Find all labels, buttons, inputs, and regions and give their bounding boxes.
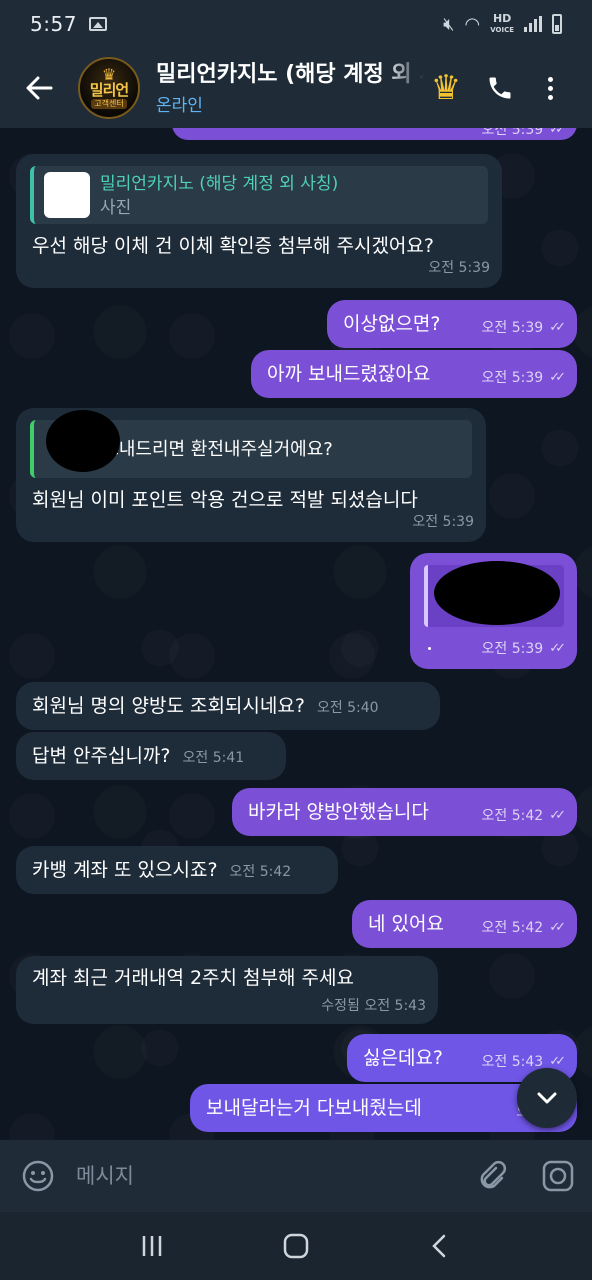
message-bubble-incoming[interactable]: 카뱅 계좌 또 있으시죠? 오전 5:42 [16, 846, 338, 894]
message-bubble-incoming[interactable]: 밀리언카지노 (해당 계정 외 사칭) 사진 우선 해당 이체 건 이체 확인증… [16, 154, 502, 288]
recent-apps-button[interactable] [122, 1216, 182, 1276]
message-text: 아까 보내드렸잖아요 [267, 363, 431, 385]
message-text: 계좌 최근 거래내역 2주치 첨부해 주세요 [32, 967, 354, 989]
status-time: 5:57 [30, 12, 77, 36]
double-check-icon: ✓✓ [549, 641, 566, 656]
message-meta: 오전 5:39 ✓✓ [482, 637, 566, 661]
reply-author: 밀리언카지노 (해당 계정 외 사칭) [100, 174, 339, 194]
message-bubble-outgoing[interactable]: 아까 보내드렸잖아요 오전 5:39 ✓✓ [251, 350, 577, 398]
message-bubble-incoming[interactable]: 회원님 명의 양방도 조회되시네요? 오전 5:40 [16, 682, 440, 730]
message-time: 오전 5:40 [316, 700, 379, 716]
battery-icon [552, 14, 562, 34]
home-button[interactable] [266, 1216, 326, 1276]
redaction-mark [434, 561, 560, 625]
message-text: 네 있어요 [368, 913, 444, 935]
message-bubble-incoming[interactable]: 답변 안주십니까? 오전 5:41 [16, 732, 286, 780]
message-composer [0, 1140, 592, 1212]
message-bubble-outgoing[interactable]: 이상없으면? 오전 5:39 ✓✓ [327, 300, 577, 348]
phone-icon [489, 77, 511, 99]
camera-icon [542, 1160, 574, 1192]
camera-button[interactable] [524, 1140, 592, 1212]
system-navigation-bar [0, 1212, 592, 1280]
double-check-icon: ✓✓ [549, 320, 566, 335]
chat-status: 온라인 [156, 95, 203, 116]
more-options-button[interactable] [530, 68, 570, 108]
message-text: 답변 안주십니까? [32, 745, 171, 767]
chat-title: 밀리언카지노 (해당 계정 외 사칭) [156, 61, 424, 87]
message-text: 카뱅 계좌 또 있으시죠? [32, 859, 218, 881]
message-bubble-incoming[interactable]: 거 보내드리면 환전내주실거에요? 회원님 이미 포인트 악용 건으로 적발 되… [16, 408, 486, 542]
double-check-icon: ✓✓ [549, 920, 566, 935]
back-nav-button[interactable] [410, 1216, 470, 1276]
message-bubble-incoming[interactable]: 계좌 최근 거래내역 2주치 첨부해 주세요 수정됨 오전 5:43 [16, 956, 438, 1024]
emoji-icon [22, 1160, 54, 1192]
message-meta: 오전 5:42 ✓✓ [482, 916, 566, 940]
mute-icon: 🔇︎ [443, 13, 455, 35]
message-time: 오전 5:41 [182, 750, 245, 766]
gallery-notification-icon [88, 17, 107, 31]
message-meta: 오전 5:39 ✓✓ [482, 128, 566, 142]
chat-header: ♛ 밀리언 고객센터 밀리언카지노 (해당 계정 외 사칭) 온라인 ♛ [0, 48, 592, 128]
message-text: 바카라 양방안했습니다 [248, 801, 429, 823]
double-check-icon: ✓✓ [549, 128, 566, 137]
avatar-logo-subtext: 고객센터 [91, 98, 127, 109]
message-bubble-outgoing[interactable]: 바카라 양방안했습니다 오전 5:42 ✓✓ [232, 788, 577, 836]
hd-voice-indicator: HD VOICE [490, 11, 514, 34]
message-text: 보내달라는거 다보내줬는데 [206, 1097, 422, 1119]
crown-icon: ♛ [430, 68, 462, 108]
message-text: 회원님 이미 포인트 악용 건으로 적발 되셨습니다 [32, 489, 418, 511]
status-bar: 5:57 🔇︎ ◠ HD VOICE [0, 0, 592, 48]
avatar[interactable]: ♛ 밀리언 고객센터 [78, 57, 140, 119]
emoji-button[interactable] [0, 1140, 76, 1212]
message-time: 오전 5:39 [428, 260, 490, 276]
media-dot-icon [428, 647, 431, 650]
message-text: 우선 해당 이체 건 이체 확인증 첨부해 주시겠어요? [32, 235, 434, 257]
wifi-icon: ◠ [464, 13, 481, 35]
message-text: 싫은데요? [363, 1047, 444, 1069]
signal-icon [524, 16, 542, 32]
double-check-icon: ✓✓ [549, 370, 566, 385]
message-bubble-outgoing-media[interactable]: 오전 5:39 ✓✓ [410, 553, 577, 669]
reply-preview[interactable]: 밀리언카지노 (해당 계정 외 사칭) 사진 [30, 166, 488, 224]
message-time: 오전 5:42 [229, 864, 292, 880]
chevron-down-icon [537, 1092, 557, 1104]
message-time: 오전 5:39 [412, 514, 474, 530]
message-meta: 오전 5:39 ✓✓ [482, 316, 566, 340]
scroll-to-bottom-button[interactable] [517, 1068, 577, 1128]
message-list[interactable]: 오전 5:39 ✓✓ 밀리언카지노 (해당 계정 외 사칭) 사진 우선 해당 이… [0, 128, 592, 1140]
call-button[interactable] [480, 68, 520, 108]
avatar-crown-icon: ♛ [101, 64, 117, 84]
back-chevron-icon [432, 1234, 446, 1258]
status-indicators: 🔇︎ ◠ HD VOICE [443, 11, 562, 35]
paperclip-icon [480, 1160, 507, 1189]
message-input[interactable] [76, 1164, 460, 1188]
message-text: 이상없으면? [343, 313, 441, 335]
reply-thumbnail [44, 172, 90, 218]
message-time: 수정됨 오전 5:43 [321, 998, 426, 1014]
message-text: 회원님 명의 양방도 조회되시네요? [32, 695, 305, 717]
home-icon [283, 1233, 309, 1259]
attach-button[interactable] [460, 1140, 524, 1212]
message-meta: 오전 5:39 ✓✓ [482, 366, 566, 390]
message-bubble-outgoing[interactable]: 오전 5:39 ✓✓ [172, 128, 577, 140]
message-meta: 오전 5:42 ✓✓ [482, 804, 566, 828]
double-check-icon: ✓✓ [549, 808, 566, 823]
avatar-logo-text: 밀리언 [89, 80, 129, 99]
arrow-left-icon [26, 76, 53, 100]
redaction-mark [46, 410, 120, 472]
chat-title-block[interactable]: 밀리언카지노 (해당 계정 외 사칭) 온라인 [156, 61, 424, 116]
reply-type: 사진 [100, 198, 132, 218]
message-bubble-outgoing[interactable]: 네 있어요 오전 5:42 ✓✓ [352, 900, 577, 948]
recent-apps-icon [142, 1236, 162, 1256]
back-button[interactable] [0, 48, 78, 128]
